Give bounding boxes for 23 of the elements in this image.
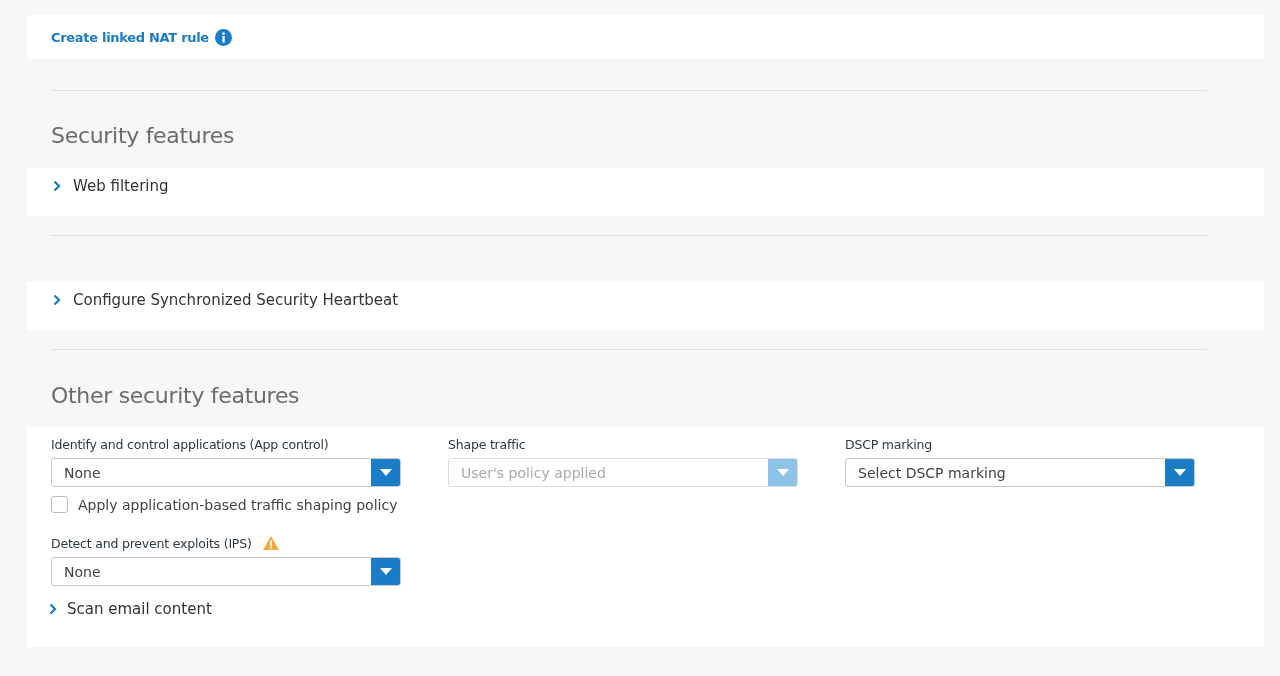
- checkbox[interactable]: [51, 496, 68, 513]
- field-label: Detect and prevent exploits (IPS): [51, 535, 252, 551]
- expandable-section[interactable]: Scan email content: [49, 592, 1264, 626]
- field-label: Shape traffic: [448, 436, 526, 452]
- caret-icon: [776, 469, 789, 476]
- checkbox-label: Apply application-based traffic shaping policy: [78, 496, 398, 513]
- caret-icon: [379, 568, 392, 575]
- chevron-icon: [49, 603, 57, 615]
- dropdown-field[interactable]: None: [51, 557, 401, 586]
- chevron-icon: [53, 180, 61, 192]
- field-label: DSCP marking: [845, 436, 932, 452]
- field-label: Identify and control applications (App control): [51, 436, 329, 452]
- section-heading: Security features: [50, 123, 236, 150]
- expandable-section[interactable]: Web filtering: [27, 168, 1264, 216]
- dropdown-field[interactable]: None: [51, 458, 401, 487]
- info-icon: [214, 28, 232, 46]
- chevron-icon: [53, 294, 61, 306]
- section-heading: Other security features: [50, 383, 301, 410]
- expandable-section[interactable]: Configure Synchronized Security Heartbeat: [27, 282, 1264, 330]
- caret-icon: [1173, 469, 1186, 476]
- dropdown-field[interactable]: Select DSCP marking: [845, 458, 1195, 487]
- caret-icon: [379, 469, 392, 476]
- nat-rule-link[interactable]: Create linked NAT rule: [51, 29, 209, 45]
